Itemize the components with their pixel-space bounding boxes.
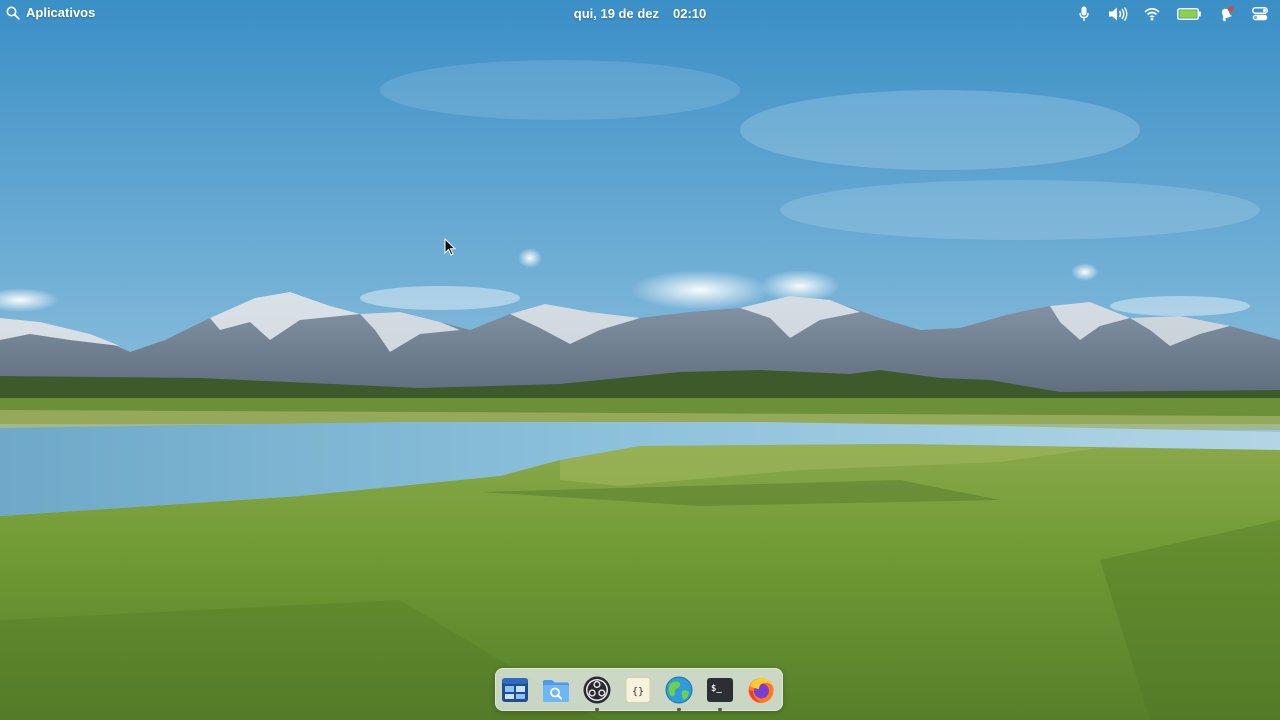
running-indicator <box>677 707 681 711</box>
files-icon <box>543 679 569 702</box>
time-label[interactable]: 02:10 <box>673 6 706 21</box>
dock-item-files[interactable] <box>542 676 570 704</box>
wifi-icon[interactable] <box>1142 5 1162 23</box>
running-indicator <box>718 707 722 711</box>
terminal-icon: $_ <box>707 677 733 702</box>
desktop-wallpaper <box>0 0 1280 720</box>
dock: {} $_ <box>495 668 783 711</box>
multitasking-icon <box>502 677 528 702</box>
system-tray <box>1074 5 1270 23</box>
dock-item-code[interactable]: {} <box>624 676 652 704</box>
notifications-icon[interactable] <box>1216 5 1236 23</box>
code-editor-icon: {} <box>625 676 651 703</box>
obs-icon <box>583 676 611 703</box>
svg-text:{}: {} <box>632 686 644 697</box>
dock-item-terminal[interactable]: $_ <box>706 676 734 711</box>
search-icon <box>6 6 20 20</box>
microphone-icon[interactable] <box>1074 5 1094 23</box>
top-panel: Aplicativos qui, 19 de dez 02:10 <box>0 0 1280 28</box>
running-indicator <box>595 707 599 711</box>
dock-item-multitasking[interactable] <box>501 676 529 704</box>
dock-item-obs[interactable] <box>583 676 611 711</box>
svg-text:$_: $_ <box>711 684 722 694</box>
firefox-icon <box>748 677 774 703</box>
applications-label: Aplicativos <box>26 5 96 20</box>
dock-item-web-browser[interactable] <box>665 676 693 711</box>
applications-menu-button[interactable]: Aplicativos <box>6 5 95 20</box>
battery-icon[interactable] <box>1176 5 1202 23</box>
date-label[interactable]: qui, 19 de dez <box>574 6 659 21</box>
dock-item-firefox[interactable] <box>747 676 775 704</box>
volume-icon[interactable] <box>1108 5 1128 23</box>
system-menu-icon[interactable] <box>1250 5 1270 23</box>
globe-browser-icon <box>665 676 693 703</box>
mouse-pointer-icon <box>444 238 457 256</box>
